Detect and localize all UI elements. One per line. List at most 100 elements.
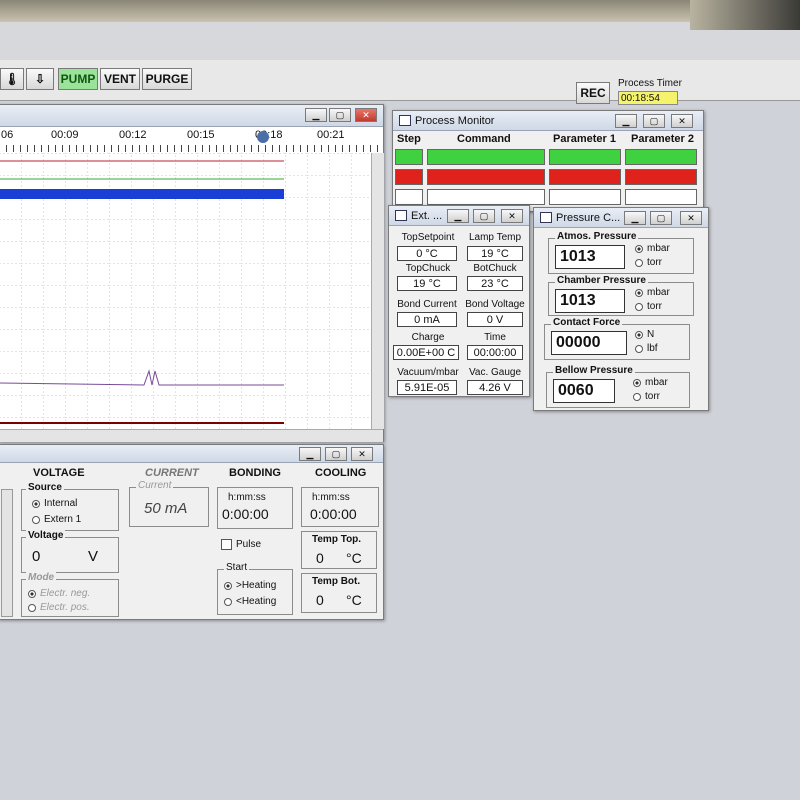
bonding-time-value: 0:00:00 — [222, 506, 269, 522]
time-cursor-handle[interactable] — [257, 131, 269, 143]
main-toolbar: 🌡 ⇩ PUMP VENT PURGE REC Process Timer 00… — [0, 60, 800, 105]
vac-gauge-label: Vac. Gauge — [468, 367, 522, 378]
close-button[interactable]: ✕ — [680, 211, 702, 225]
step-cell — [395, 169, 423, 185]
monitor-edge — [690, 0, 800, 30]
trace-blue — [0, 189, 284, 199]
maximize-button[interactable]: ▢ — [473, 209, 495, 223]
chamber-mbar-radio[interactable]: mbar — [635, 287, 670, 298]
atmos-torr-radio[interactable]: torr — [635, 257, 662, 268]
contact-n-radio[interactable]: N — [635, 329, 654, 340]
plot-area — [0, 153, 371, 429]
minimize-button[interactable]: ▁ — [615, 114, 637, 128]
chamber-pressure-label: Chamber Pressure — [555, 275, 648, 286]
mode-pos-radio[interactable]: Electr. pos. — [28, 602, 90, 613]
panel-scrollbar[interactable] — [1, 489, 13, 617]
window-icon — [399, 115, 411, 126]
current-header: CURRENT — [145, 467, 199, 479]
bellow-pressure-value: 0060 — [553, 379, 615, 403]
ext-window-title-text: Ext. ... — [411, 209, 443, 222]
command-cell — [427, 189, 545, 205]
maximize-button[interactable]: ▢ — [325, 447, 347, 461]
maximize-button[interactable]: ▢ — [650, 211, 672, 225]
pump-button[interactable]: PUMP — [58, 68, 98, 90]
bellow-pressure-label: Bellow Pressure — [553, 365, 635, 376]
bellow-torr-radio[interactable]: torr — [633, 391, 660, 402]
chamber-pressure-value: 1013 — [555, 289, 625, 313]
minimize-button[interactable]: ▁ — [624, 211, 646, 225]
bonding-header: BONDING — [229, 467, 281, 479]
process-timer-label: Process Timer — [618, 78, 682, 89]
maximize-button[interactable]: ▢ — [329, 108, 351, 122]
bond-voltage-value: 0 V — [467, 312, 523, 327]
atmos-mbar-radio[interactable]: mbar — [635, 243, 670, 254]
close-button[interactable]: ✕ — [355, 108, 377, 122]
vent-button[interactable]: VENT — [100, 68, 140, 90]
contact-force-label: Contact Force — [551, 317, 623, 328]
param2-cell — [625, 149, 697, 165]
param1-cell — [549, 169, 621, 185]
charge-label: Charge — [411, 332, 445, 343]
header-command: Command — [457, 133, 511, 145]
header-parameter-2: Parameter 2 — [631, 133, 694, 145]
temp-top-label: Temp Top. — [312, 534, 362, 545]
voltage-group: Voltage 0 V — [21, 530, 119, 573]
header-step: Step — [397, 133, 421, 145]
vacuum-label: Vacuum/mbar — [397, 367, 459, 378]
param2-cell — [625, 169, 697, 185]
temp-top-value: 0 — [316, 550, 324, 566]
current-group: Current 50 mA — [129, 480, 209, 527]
atmos-pressure-value: 1013 — [555, 245, 625, 269]
chart-window: ▁ ▢ ✕ 06 00:09 00:12 00:15 00:18 00:21 — [0, 104, 384, 442]
source-label: Source — [26, 482, 64, 493]
contact-lbf-radio[interactable]: lbf — [635, 343, 658, 354]
voltage-label: Voltage — [26, 530, 66, 541]
lamp-temp-value: 19 °C — [467, 246, 523, 261]
top-setpoint-value: 0 °C — [397, 246, 457, 261]
close-button[interactable]: ✕ — [671, 114, 693, 128]
heating-down-radio[interactable]: <Heating — [224, 596, 276, 607]
heating-up-radio[interactable]: >Heating — [224, 580, 276, 591]
temp-bot-unit: °C — [346, 592, 362, 608]
minimize-button[interactable]: ▁ — [299, 447, 321, 461]
vertical-scrollbar[interactable] — [371, 153, 384, 429]
cooling-header: COOLING — [315, 467, 367, 479]
bonding-time-group: h:mm:ss 0:00:00 — [217, 487, 293, 529]
minimize-button[interactable]: ▁ — [447, 209, 469, 223]
window-icon — [540, 212, 552, 223]
maximize-button[interactable]: ▢ — [643, 114, 665, 128]
voltage-value: 0 — [32, 548, 41, 565]
chamber-torr-radio[interactable]: torr — [635, 301, 662, 312]
close-button[interactable]: ✕ — [501, 209, 523, 223]
bellow-pressure-group: Bellow Pressure 0060 mbar torr — [546, 365, 690, 408]
minimize-button[interactable]: ▁ — [305, 108, 327, 122]
process-monitor-window: Process Monitor ▁ ▢ ✕ Step Command Param… — [392, 110, 704, 212]
temp-bot-label: Temp Bot. — [312, 576, 361, 587]
current-value: 50 mA — [144, 500, 188, 517]
tick-label: 00:09 — [51, 129, 79, 141]
start-label: Start — [224, 562, 250, 573]
source-extern-radio[interactable]: Extern 1 — [32, 514, 81, 525]
vac-gauge-value: 4.26 V — [467, 380, 523, 395]
ext-window: Ext. ... ▁ ▢ ✕ TopSetpoint 0 °C Lamp Tem… — [388, 205, 530, 397]
contact-force-group: Contact Force 00000 N lbf — [544, 317, 690, 360]
tick-label: 00:15 — [187, 129, 215, 141]
source-internal-radio[interactable]: Internal — [32, 498, 77, 509]
purge-button[interactable]: PURGE — [142, 68, 192, 90]
thermometer-tool-button[interactable]: 🌡 — [0, 68, 24, 90]
horizontal-scrollbar[interactable] — [0, 429, 383, 442]
rec-button[interactable]: REC — [576, 82, 610, 104]
download-tool-button[interactable]: ⇩ — [26, 68, 54, 90]
chamber-pressure-group: Chamber Pressure 1013 mbar torr — [548, 275, 694, 316]
temp-top-group: Temp Top. 0 °C — [301, 531, 377, 569]
mode-neg-radio[interactable]: Electr. neg. — [28, 588, 90, 599]
param2-cell — [625, 189, 697, 205]
bond-voltage-label: Bond Voltage — [465, 299, 525, 310]
close-button[interactable]: ✕ — [351, 447, 373, 461]
step-cell — [395, 149, 423, 165]
temp-bot-group: Temp Bot. 0 °C — [301, 573, 377, 613]
mode-group: Mode Electr. neg. Electr. pos. — [21, 572, 119, 617]
pulse-checkbox[interactable]: Pulse — [221, 539, 261, 550]
bellow-mbar-radio[interactable]: mbar — [633, 377, 668, 388]
contact-force-value: 00000 — [551, 331, 627, 355]
